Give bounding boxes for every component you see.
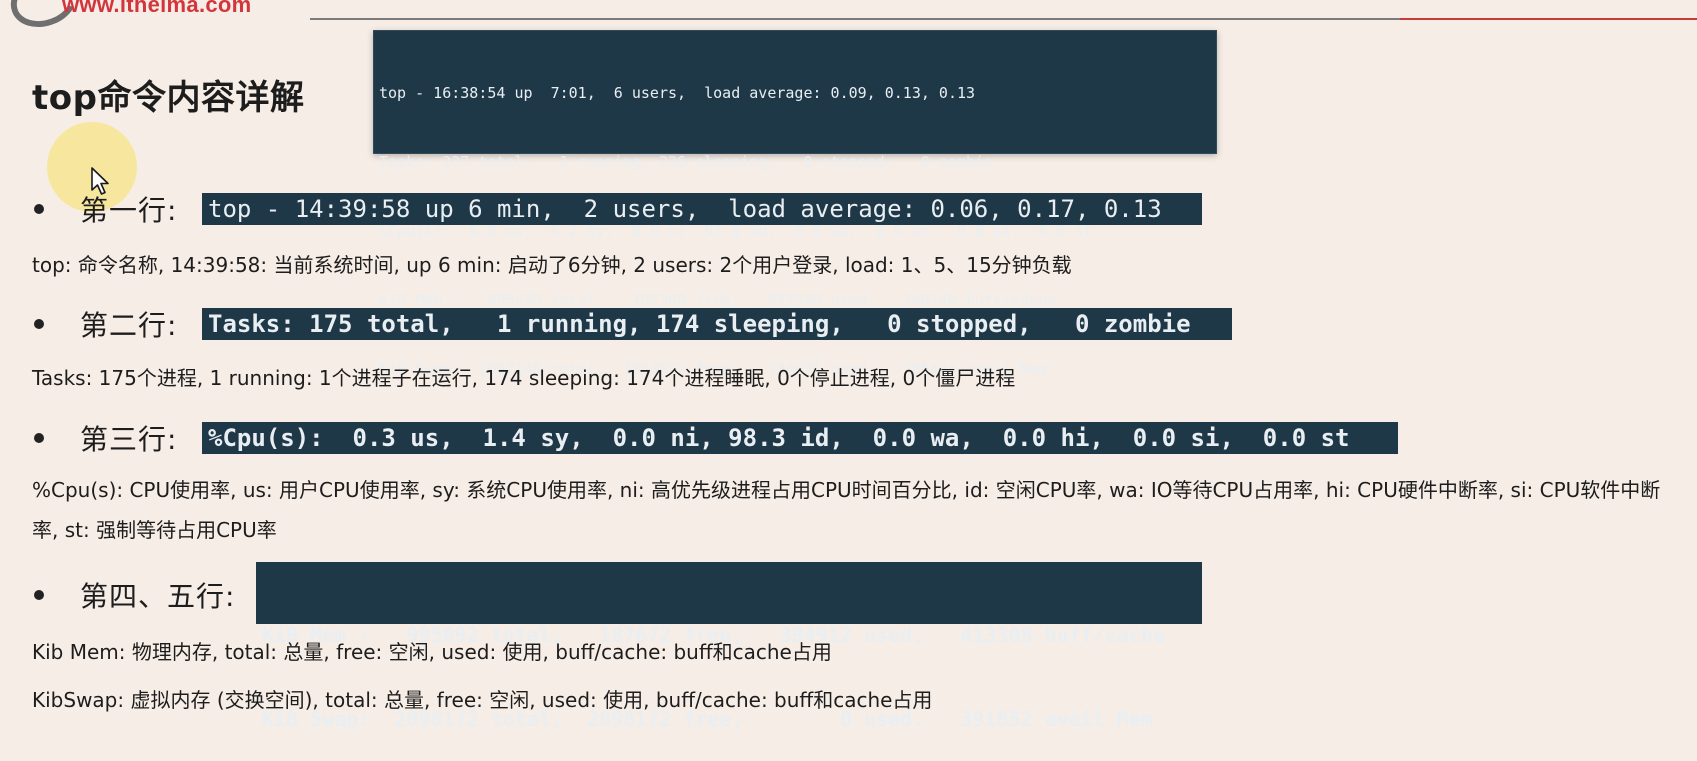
row-first-line-description: top: 命令名称, 14:39:58: 当前系统时间, up 6 min: 启… [32, 253, 1072, 277]
bullet [34, 319, 44, 329]
row-second-line-sample: Tasks: 175 total, 1 running, 174 sleepin… [202, 308, 1232, 340]
row-third-line-sample: %Cpu(s): 0.3 us, 1.4 sy, 0.0 ni, 98.3 id… [202, 422, 1398, 454]
row-third-line: 第三行: [26, 416, 177, 460]
bullet [34, 590, 44, 600]
row-second-line: 第二行: [26, 302, 177, 346]
row-label: 第一行: [80, 194, 178, 227]
row-first-line-sample: top - 14:39:58 up 6 min, 2 users, load a… [202, 193, 1202, 225]
page-title: top命令内容详解 [32, 78, 305, 118]
row-label: 第三行: [80, 423, 178, 456]
header-divider [310, 18, 1400, 20]
header-divider-accent [1400, 18, 1697, 20]
brand-url: www.itheima.com [62, 0, 252, 17]
top-output-terminal: top - 16:38:54 up 7:01, 6 users, load av… [373, 30, 1217, 378]
row-first-line: 第一行: [26, 187, 177, 231]
top-output-line: Tasks: 237 total, 1 running, 236 sleepin… [379, 153, 994, 171]
bullet [34, 433, 44, 443]
swap-description: KibSwap: 虚拟内存 (交换空间), total: 总量, free: 空… [32, 688, 933, 712]
row-third-line-description: %Cpu(s): CPU使用率, us: 用户CPU使用率, sy: 系统CPU… [32, 478, 1661, 542]
row-fourth-fifth-lines: 第四、五行: [26, 573, 235, 617]
row-fourth-fifth-lines-sample: KiB Mem : 995892 total, 187672 free, 394… [256, 562, 1202, 731]
row-label: 第四、五行: [80, 580, 236, 613]
bullet [34, 204, 44, 214]
row-second-line-description: Tasks: 175个进程, 1 running: 1个进程子在运行, 174 … [32, 366, 1016, 390]
mem-description: Kib Mem: 物理内存, total: 总量, free: 空闲, used… [32, 640, 832, 664]
row-label: 第二行: [80, 309, 178, 342]
top-output-line: top - 16:38:54 up 7:01, 6 users, load av… [379, 84, 976, 102]
